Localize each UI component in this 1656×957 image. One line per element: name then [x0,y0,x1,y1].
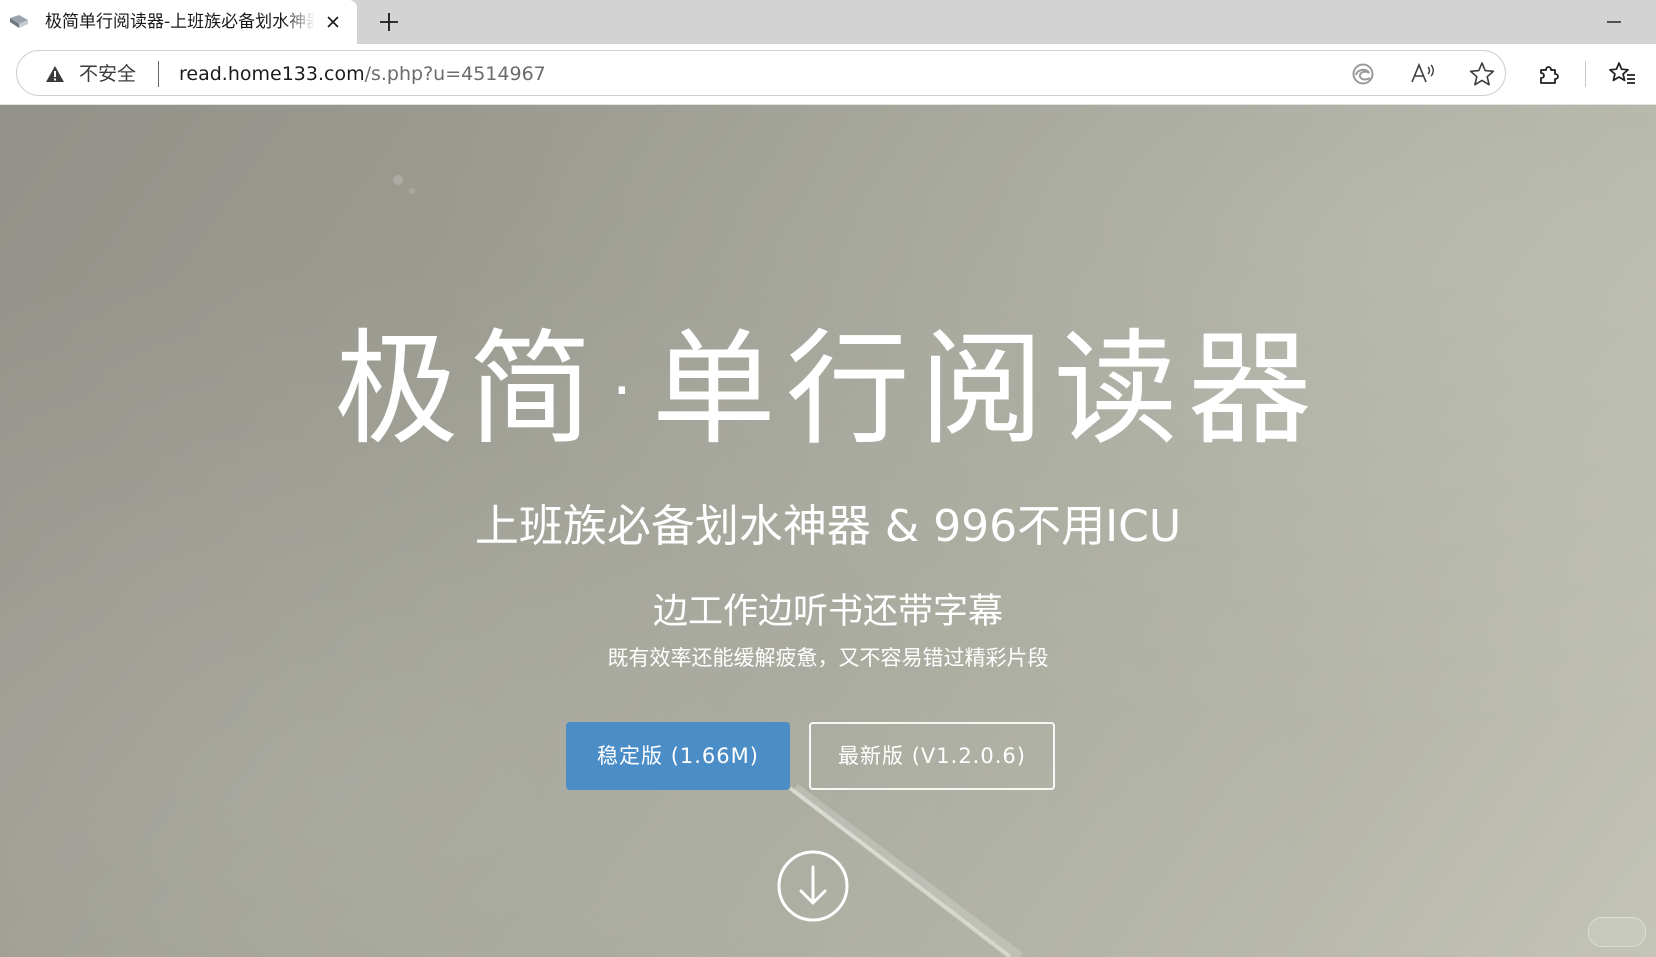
browser-window: 极简单行阅读器-上班族必备划水神器 不安全 read.home133.com/s… [0,0,1656,957]
minimize-button[interactable] [1594,6,1634,38]
download-latest-button[interactable]: 最新版 (V1.2.0.6) [809,722,1055,790]
hero-tagline: 边工作边听书还带字幕 [652,592,1003,632]
close-tab-button[interactable] [320,9,346,35]
arrow-down-circle-icon[interactable] [776,849,850,923]
toolbar-separator [1585,61,1586,87]
read-aloud-button[interactable] [1408,59,1438,89]
active-tab[interactable]: 极简单行阅读器-上班族必备划水神器 [0,0,357,44]
tab-strip: 极简单行阅读器-上班族必备划水神器 [0,0,1656,44]
extensions-button[interactable] [1533,57,1567,91]
hero-description: 既有效率还能缓解疲惫，又不容易错过精彩片段 [607,646,1049,670]
url-host: read.home133.com [179,63,365,85]
page-content: 极简·单行阅读器 上班族必备划水神器 & 996不用ICU 边工作边听书还带字幕… [0,105,1656,957]
address-bar[interactable]: 不安全 read.home133.com/s.php?u=4514967 [16,50,1506,96]
hero-title: 极简·单行阅读器 [334,318,1322,462]
star-icon [1469,62,1495,86]
toolbar: 不安全 read.home133.com/s.php?u=4514967 [0,44,1656,105]
download-stable-button[interactable]: 稳定版 (1.66M) [566,722,790,790]
close-icon [327,16,339,28]
read-aloud-icon [1411,62,1434,83]
hero-subtitle: 上班族必备划水神器 & 996不用ICU [474,501,1182,552]
edge-tracking-icon [1352,63,1374,85]
puzzle-icon [1540,66,1559,84]
favorites-button[interactable] [1606,57,1640,91]
plus-icon [380,13,398,31]
tracking-prevention-button[interactable] [1348,59,1378,89]
url-path: /s.php?u=4514967 [364,63,546,85]
warning-triangle-icon [46,66,64,82]
minimize-icon [1607,21,1621,23]
book-icon [10,15,28,28]
url-text[interactable]: read.home133.com/s.php?u=4514967 [179,60,546,88]
address-separator [158,61,159,87]
tab-title: 极简单行阅读器-上班族必备划水神器 [45,12,315,32]
new-tab-button[interactable] [372,5,406,39]
security-label[interactable]: 不安全 [79,60,136,88]
favorites-icon [1609,62,1635,84]
add-favorite-button[interactable] [1467,59,1497,89]
watermark-badge [1588,917,1646,947]
